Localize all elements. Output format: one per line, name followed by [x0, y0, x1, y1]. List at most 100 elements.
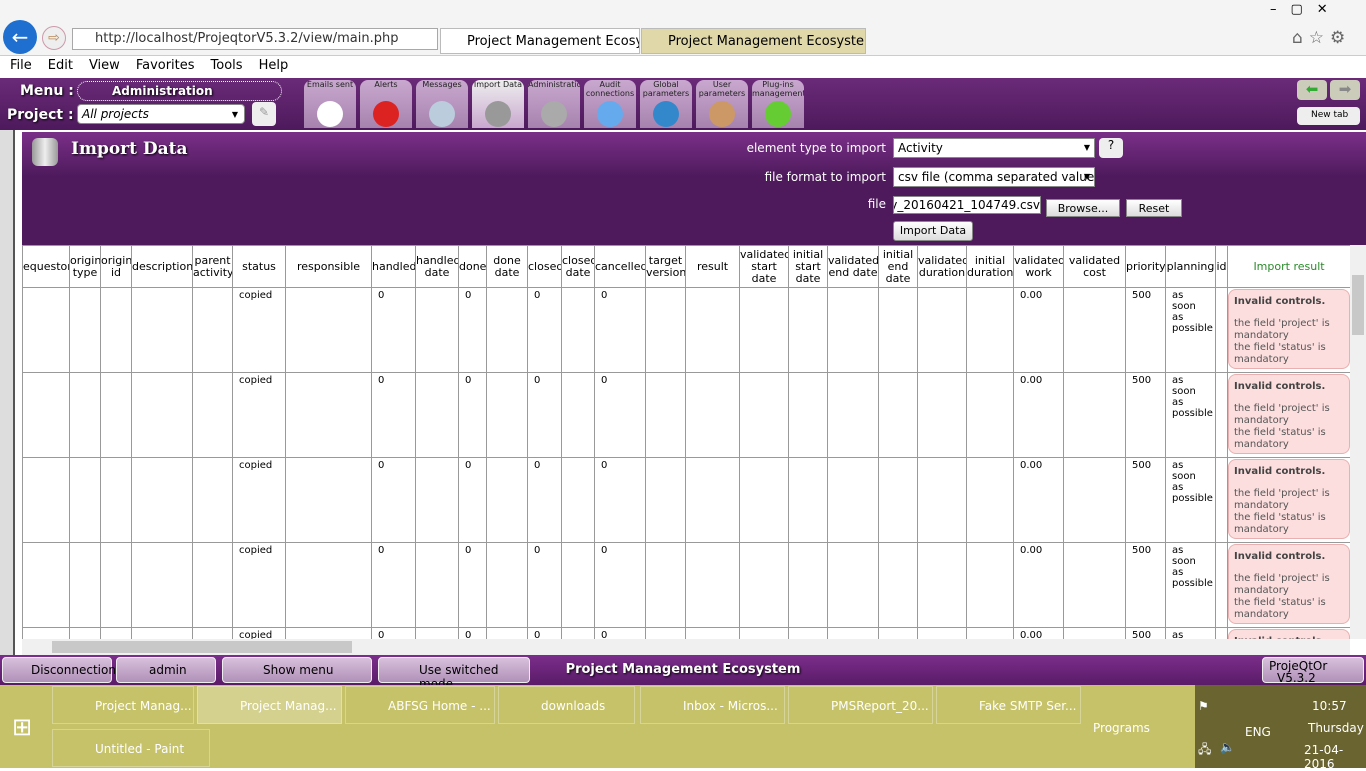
- toolbar-plug-ins-management[interactable]: Plug-ins management: [752, 80, 804, 128]
- reset-button[interactable]: Reset: [1126, 199, 1182, 217]
- address-bar[interactable]: http://localhost/ProjeqtorV5.3.2/view/ma…: [72, 28, 438, 50]
- column-header[interactable]: description: [131, 245, 193, 288]
- column-header[interactable]: handled date: [415, 245, 459, 288]
- import-data-button[interactable]: Import Data: [893, 221, 973, 241]
- programs-toolbar[interactable]: Programs: [1093, 721, 1150, 735]
- column-header[interactable]: validated duration: [917, 245, 967, 288]
- column-header[interactable]: initial duration: [966, 245, 1014, 288]
- nav-back-icon[interactable]: ⬅: [1297, 80, 1327, 100]
- language-indicator[interactable]: ENG: [1245, 725, 1271, 739]
- table-cell: [1063, 287, 1126, 373]
- table-cell: 0: [458, 627, 487, 639]
- column-header[interactable]: Import result: [1227, 245, 1350, 288]
- browse-button[interactable]: Browse...: [1046, 199, 1120, 217]
- table-cell: [192, 627, 233, 639]
- toolbar-global-parameters[interactable]: Global parameters: [640, 80, 692, 128]
- horizontal-scrollbar[interactable]: [22, 639, 1350, 655]
- table-cell: [788, 542, 828, 628]
- version: V5.3.2: [1277, 671, 1316, 685]
- element-type-select[interactable]: Activity ▼: [893, 138, 1095, 158]
- menu-selector[interactable]: Administration: [77, 81, 282, 101]
- taskbar-item[interactable]: Fake SMTP Ser...: [936, 686, 1081, 724]
- taskbar-item[interactable]: ABFSG Home - ...: [345, 686, 495, 724]
- toolbar-audit-connections[interactable]: Audit connections: [584, 80, 636, 128]
- column-header[interactable]: target version: [645, 245, 686, 288]
- toolbar-emails-sent[interactable]: Emails sent: [304, 80, 356, 128]
- menu-favorites[interactable]: Favorites: [126, 56, 201, 73]
- nav-forward-icon[interactable]: ➡: [1330, 80, 1360, 100]
- error-line: the field 'project' is mandatory: [1234, 488, 1330, 511]
- column-header[interactable]: done date: [486, 245, 528, 288]
- column-header[interactable]: equestor: [22, 245, 70, 288]
- column-header[interactable]: validated start date: [739, 245, 789, 288]
- toolbar-messages[interactable]: Messages: [416, 80, 468, 128]
- column-header[interactable]: handled: [371, 245, 416, 288]
- column-header[interactable]: closed: [527, 245, 562, 288]
- new-tab-button[interactable]: New tab: [1297, 107, 1360, 125]
- browser-tab[interactable]: Project Management Ecosystem: [641, 28, 866, 54]
- user-button[interactable]: admin: [116, 657, 216, 683]
- wrench-icon[interactable]: ✎: [252, 102, 276, 126]
- taskbar-item[interactable]: PMSReport_20...: [788, 686, 933, 724]
- home-star-gear-icons[interactable]: ⌂☆⚙: [1292, 28, 1351, 48]
- file-input[interactable]: y_20160421_104749.csv: [893, 196, 1041, 214]
- action-center-icon[interactable]: ⚑: [1198, 699, 1209, 713]
- column-header[interactable]: initial start date: [788, 245, 828, 288]
- taskbar-item[interactable]: Untitled - Paint: [52, 729, 210, 767]
- column-header[interactable]: initial end date: [878, 245, 918, 288]
- menu-tools[interactable]: Tools: [201, 56, 249, 73]
- table-cell: [100, 287, 132, 373]
- column-header[interactable]: id: [1215, 245, 1228, 288]
- forward-button[interactable]: ⇨: [42, 26, 66, 50]
- column-header[interactable]: priority: [1125, 245, 1166, 288]
- switched-mode-button[interactable]: Use switched mode: [378, 657, 530, 691]
- column-header[interactable]: origin type: [69, 245, 101, 288]
- column-header[interactable]: closed date: [561, 245, 595, 288]
- column-header[interactable]: origin id: [100, 245, 132, 288]
- browser-tab-active[interactable]: Project Management Ecosy...: [440, 28, 640, 54]
- menu-file[interactable]: File: [0, 56, 38, 73]
- file-format-select[interactable]: csv file (comma separated values) ▼: [893, 167, 1095, 187]
- toolbar-alerts[interactable]: Alerts: [360, 80, 412, 128]
- column-header[interactable]: validated work: [1013, 245, 1064, 288]
- column-header[interactable]: done: [458, 245, 487, 288]
- column-header[interactable]: result: [685, 245, 740, 288]
- column-header[interactable]: validated cost: [1063, 245, 1126, 288]
- taskbar-item[interactable]: Project Manag...: [52, 686, 194, 724]
- table-cell: copied: [232, 457, 286, 543]
- table-cell: [1215, 542, 1228, 628]
- menu-edit[interactable]: Edit: [38, 56, 79, 73]
- disconnection-button[interactable]: Disconnection: [2, 657, 116, 683]
- network-icon[interactable]: 🖧: [1198, 740, 1211, 761]
- back-button[interactable]: ←: [3, 20, 37, 54]
- column-header[interactable]: status: [232, 245, 286, 288]
- window-controls[interactable]: –▢✕: [1270, 2, 1342, 17]
- column-header[interactable]: validated end date: [827, 245, 879, 288]
- left-collapse-bar[interactable]: [0, 130, 15, 655]
- help-icon[interactable]: ?: [1099, 138, 1123, 158]
- toolbar-user-parameters[interactable]: User parameters: [696, 80, 748, 128]
- project-select[interactable]: All projects ▼: [77, 104, 245, 124]
- column-header[interactable]: parent activity: [192, 245, 233, 288]
- clock-date[interactable]: 21-04-2016: [1304, 743, 1366, 771]
- volume-icon[interactable]: 🔈: [1220, 740, 1235, 754]
- menu-help[interactable]: Help: [249, 56, 295, 73]
- table-cell: [1215, 627, 1228, 639]
- toolbar-administration[interactable]: Administration: [528, 80, 580, 128]
- taskbar-item[interactable]: Project Manag...: [197, 686, 342, 724]
- vertical-scrollbar[interactable]: [1350, 245, 1366, 639]
- clock-time[interactable]: 10:57: [1312, 699, 1347, 713]
- toolbar-icon: [373, 101, 399, 127]
- menu-view[interactable]: View: [79, 56, 126, 73]
- column-header[interactable]: cancelled: [594, 245, 646, 288]
- clock-day[interactable]: Thursday: [1308, 721, 1364, 735]
- show-menu-button[interactable]: Show menu: [222, 657, 372, 683]
- windows-start-icon[interactable]: ⊞: [12, 713, 32, 741]
- column-header[interactable]: responsible: [285, 245, 372, 288]
- taskbar-item[interactable]: downloads: [498, 686, 635, 724]
- taskbar-item[interactable]: Inbox - Micros...: [640, 686, 785, 724]
- import-result-error: Invalid controls. the field 'project' is …: [1228, 544, 1350, 624]
- table-cell: [878, 542, 918, 628]
- toolbar-import-data[interactable]: Import Data: [472, 80, 524, 128]
- column-header[interactable]: planning: [1165, 245, 1216, 288]
